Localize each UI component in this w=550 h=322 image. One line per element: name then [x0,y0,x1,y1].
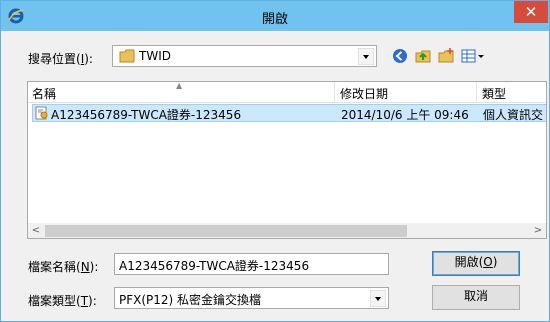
filename-label: 檔案名稱(N): [28,260,99,274]
file-date: 2014/10/6 上午 09:46 [341,108,469,122]
title-bar: 開啟 ✕ [1,1,549,31]
column-date[interactable]: 修改日期 [340,85,388,102]
close-button[interactable]: ✕ [514,1,548,23]
filetype-label: 檔案類型(T): [28,294,97,308]
scroll-left-icon[interactable]: < [28,223,44,238]
open-file-dialog: 開啟 ✕ 搜尋位置(I): TWID 名稱 ▲ 修改日期 類型 A1234567… [0,0,550,322]
file-list[interactable]: 名稱 ▲ 修改日期 類型 A123456789-TWCA證券-123456 20… [27,81,547,239]
view-menu-icon[interactable] [460,47,486,65]
folder-icon [119,49,135,63]
filename-input[interactable]: A123456789-TWCA證券-123456 [114,253,389,275]
open-button[interactable]: 開啟(O) [432,251,520,276]
certificate-file-icon [35,106,48,120]
column-divider[interactable] [476,82,477,102]
file-type: 個人資訊交 [483,108,544,122]
horizontal-scrollbar[interactable]: < > [28,223,546,238]
scroll-right-icon[interactable]: > [530,223,546,238]
sort-caret-icon: ▲ [176,81,183,90]
back-icon[interactable] [391,47,409,65]
chevron-down-icon[interactable] [358,48,374,65]
cancel-button[interactable]: 取消 [432,285,520,310]
column-name[interactable]: 名稱 [32,85,56,102]
file-name: A123456789-TWCA證券-123456 [51,108,242,122]
filetype-value: PFX(P12) 私密金鑰交換檔 [119,293,262,307]
lookin-label: 搜尋位置(I): [28,52,93,66]
lookin-value: TWID [139,49,171,63]
lookin-combo[interactable]: TWID [112,45,377,67]
new-folder-icon[interactable] [437,47,455,65]
filetype-combo[interactable]: PFX(P12) 私密金鑰交換檔 [114,287,389,309]
window-title: 開啟 [261,12,288,27]
column-divider[interactable] [334,82,335,102]
scrollbar-thumb[interactable] [45,225,407,237]
file-row[interactable]: A123456789-TWCA證券-123456 2014/10/6 上午 09… [32,104,546,122]
filename-value: A123456789-TWCA證券-123456 [119,259,310,273]
list-header: 名稱 ▲ 修改日期 類型 [28,81,546,103]
chevron-down-icon[interactable] [370,290,386,307]
column-type[interactable]: 類型 [482,85,506,102]
up-folder-icon[interactable] [414,47,432,65]
